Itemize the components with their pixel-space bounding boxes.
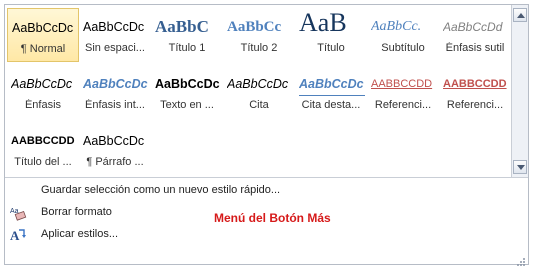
style-heading-2[interactable]: AaBbCc Título 2 bbox=[223, 8, 295, 62]
style-intense-reference[interactable]: AABBCCDD Referenci... bbox=[439, 65, 511, 119]
style-preview: AaBbCcDc bbox=[11, 77, 73, 91]
apply-styles-icon: A bbox=[9, 226, 27, 244]
style-label: Texto en ... bbox=[160, 99, 214, 111]
svg-text:A: A bbox=[10, 228, 20, 243]
style-preview: AABBCCDD bbox=[11, 135, 75, 147]
style-label: Título 2 bbox=[240, 42, 278, 54]
save-selection-menu-item[interactable]: Guardar selección como un nuevo estilo r… bbox=[5, 181, 295, 201]
resize-grip-icon[interactable] bbox=[516, 252, 526, 266]
style-emphasis[interactable]: AaBbCcDc Énfasis bbox=[7, 65, 79, 119]
gallery-scrollbar[interactable] bbox=[511, 5, 528, 177]
style-subtitle[interactable]: AaBbCc. Subtítulo bbox=[367, 8, 439, 62]
style-label: ¶ Párrafo ... bbox=[86, 156, 144, 168]
style-preview: AaBbC bbox=[155, 17, 209, 36]
style-heading-1[interactable]: AaBbC Título 1 bbox=[151, 8, 223, 62]
style-label: Subtítulo bbox=[381, 42, 425, 54]
style-preview: AaBbCcDc bbox=[83, 20, 145, 34]
styles-grid: AaBbCcDc ¶ Normal AaBbCcDc Sin espaci...… bbox=[5, 5, 512, 177]
quick-styles-gallery: AaBbCcDc ¶ Normal AaBbCcDc Sin espaci...… bbox=[4, 4, 529, 266]
style-label: Título del ... bbox=[14, 156, 72, 168]
style-preview: AaBbCcDc bbox=[227, 77, 289, 91]
style-quote[interactable]: AaBbCcDc Cita bbox=[223, 65, 295, 119]
style-preview: AaBbCcDc bbox=[155, 77, 220, 91]
apply-styles-menu-item[interactable]: A Aplicar estilos... bbox=[5, 225, 295, 245]
style-preview: AaBbCcDc bbox=[83, 77, 148, 91]
style-title[interactable]: AaB Título bbox=[295, 8, 367, 62]
style-preview: AaBbCcDc bbox=[83, 134, 145, 148]
menu-label: Guardar selección como un nuevo estilo r… bbox=[41, 184, 281, 196]
style-intense-quote[interactable]: AaBbCcDc Cita desta... bbox=[295, 65, 367, 119]
style-subtle-emphasis[interactable]: AaBbCcDd Énfasis sutil bbox=[439, 8, 511, 62]
menu-label: Borrar formato bbox=[41, 206, 112, 218]
style-strong[interactable]: AaBbCcDc Texto en ... bbox=[151, 65, 223, 119]
style-preview: AaBbCcDd bbox=[443, 20, 503, 34]
style-label: ¶ Normal bbox=[20, 43, 66, 55]
style-label: Título bbox=[317, 42, 345, 54]
style-preview: AaBbCc. bbox=[371, 19, 422, 34]
scroll-down-button[interactable] bbox=[513, 160, 527, 174]
style-label: Énfasis sutil bbox=[445, 42, 505, 54]
menu-label: Aplicar estilos... bbox=[41, 228, 119, 240]
style-subtle-reference[interactable]: AABBCCDD Referenci... bbox=[367, 65, 439, 119]
clear-format-icon: Aa bbox=[9, 204, 27, 222]
style-label: Sin espaci... bbox=[85, 42, 145, 54]
style-normal[interactable]: AaBbCcDc ¶ Normal bbox=[7, 8, 79, 62]
style-preview: AABBCCDD bbox=[443, 78, 507, 90]
style-preview: AABBCCDD bbox=[371, 78, 433, 90]
annotation-caption: Menú del Botón Más bbox=[214, 211, 331, 225]
style-preview: AaBbCc bbox=[227, 19, 282, 35]
style-label: Énfasis bbox=[24, 99, 62, 111]
style-label: Referenci... bbox=[374, 99, 432, 111]
arrow-up-icon bbox=[517, 13, 525, 18]
style-label: Cita desta... bbox=[301, 99, 361, 111]
style-label: Referenci... bbox=[446, 99, 504, 111]
style-label: Énfasis int... bbox=[85, 99, 145, 111]
style-book-title[interactable]: AABBCCDD Título del ... bbox=[7, 122, 79, 176]
style-preview: AaB bbox=[299, 10, 347, 36]
arrow-down-icon bbox=[517, 165, 525, 170]
style-no-spacing[interactable]: AaBbCcDc Sin espaci... bbox=[79, 8, 151, 62]
style-label: Título 1 bbox=[168, 42, 206, 54]
style-intense-emphasis[interactable]: AaBbCcDc Énfasis int... bbox=[79, 65, 151, 119]
menu-separator bbox=[5, 177, 528, 178]
style-preview: AaBbCcDc bbox=[12, 21, 74, 35]
style-preview: AaBbCcDc bbox=[299, 71, 365, 96]
style-label: Cita bbox=[249, 99, 269, 111]
style-list-paragraph[interactable]: AaBbCcDc ¶ Párrafo ... bbox=[79, 122, 151, 176]
scroll-up-button[interactable] bbox=[513, 8, 527, 22]
